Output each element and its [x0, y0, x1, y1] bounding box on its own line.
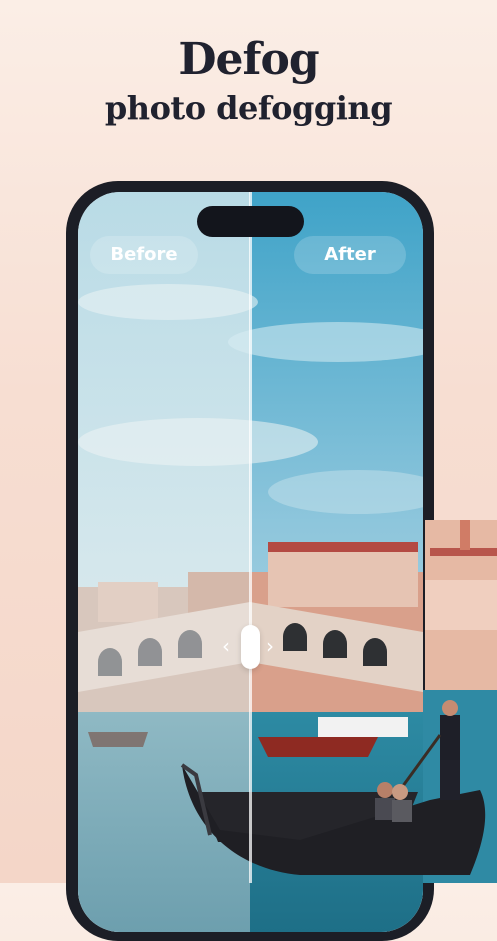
phone-notch	[197, 206, 304, 237]
app-subtitle: photo defogging	[104, 89, 393, 127]
comparison-slider-handle[interactable]	[241, 625, 260, 669]
chevron-right-icon: ›	[266, 634, 274, 658]
after-label: After	[294, 236, 406, 274]
comparison-divider	[249, 192, 252, 883]
before-label: Before	[90, 236, 198, 274]
chevron-left-icon: ‹	[222, 634, 230, 658]
app-title: Defog	[178, 34, 319, 85]
